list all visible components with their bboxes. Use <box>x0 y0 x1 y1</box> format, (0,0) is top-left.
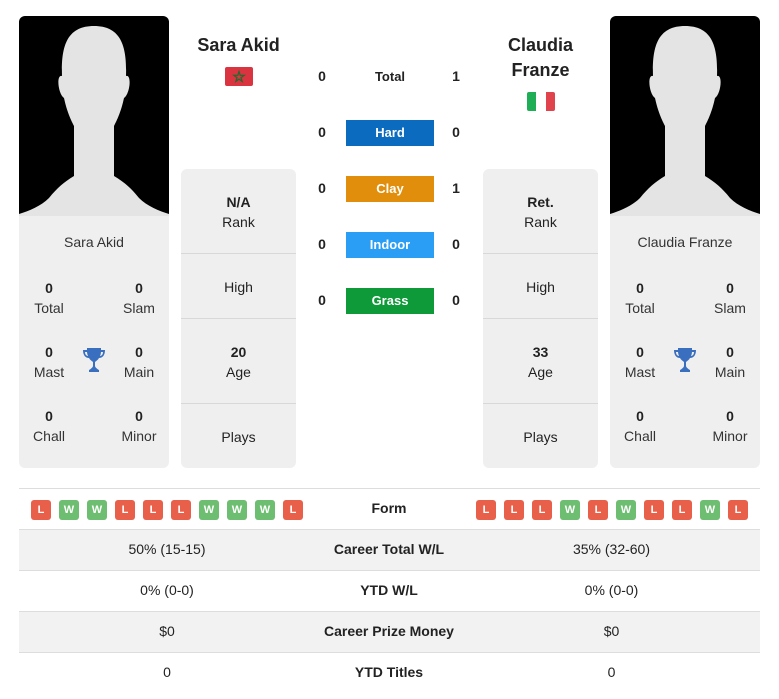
h2h-grass-row: 0 Grass 0 <box>300 288 480 314</box>
player1-photo <box>19 16 169 216</box>
career-prize-label: Career Prize Money <box>324 623 454 639</box>
player1-form: LWWLLLWWWL <box>31 500 303 520</box>
player2-card: Claudia Franze 0 Total 0 Slam 0 Mast 0 M… <box>610 216 760 468</box>
ytd-titles-row: 0 YTD Titles 0 <box>19 652 760 693</box>
form-row: LWWLLLWWWL Form LLLWLWLLWL <box>19 488 760 529</box>
form-loss-badge[interactable]: L <box>728 500 748 520</box>
grass-surface-badge: Grass <box>346 288 434 314</box>
player2-mast-titles: 0 Mast <box>624 344 656 380</box>
h2h-total-row: 0 Total 1 <box>300 64 480 90</box>
player2-info-box: Ret. Rank High 33 Age Plays <box>483 169 598 468</box>
form-loss-badge[interactable]: L <box>171 500 191 520</box>
player1-slam-titles: 0 Slam <box>123 280 155 316</box>
player1-ytd-titles: 0 <box>163 664 171 680</box>
player2-minor-titles: 0 Minor <box>712 408 748 444</box>
hard-surface-badge: Hard <box>346 120 434 146</box>
form-loss-badge[interactable]: L <box>504 500 524 520</box>
player2-photo <box>610 16 760 216</box>
divider <box>181 318 296 319</box>
h2h-hard-row: 0 Hard 0 <box>300 120 480 146</box>
form-loss-badge[interactable]: L <box>476 500 496 520</box>
player2-ytd-wl: 0% (0-0) <box>584 582 639 598</box>
ytd-titles-label: YTD Titles <box>354 664 424 680</box>
total-label: Total <box>374 69 406 84</box>
form-win-badge[interactable]: W <box>59 500 79 520</box>
form-loss-badge[interactable]: L <box>283 500 303 520</box>
player1-mast-titles: 0 Mast <box>33 344 65 380</box>
player1-rank: N/A Rank <box>222 194 255 230</box>
divider <box>483 318 598 319</box>
player2-ytd-titles: 0 <box>607 664 616 680</box>
player2-main-titles: 0 Main <box>714 344 746 380</box>
player2-form: LLLWLWLLWL <box>476 500 748 520</box>
silhouette-icon <box>610 26 760 216</box>
trophy-icon <box>83 348 105 372</box>
career-total-wl-row: 50% (15-15) Career Total W/L 35% (32-60) <box>19 529 760 570</box>
divider <box>483 253 598 254</box>
player1-career-total-wl: 50% (15-15) <box>128 541 206 557</box>
player1-chall-titles: 0 Chall <box>33 408 65 444</box>
form-win-badge[interactable]: W <box>560 500 580 520</box>
player2-plays: Plays <box>523 429 558 445</box>
player1-total-titles: 0 Total <box>34 280 64 316</box>
form-loss-badge[interactable]: L <box>143 500 163 520</box>
divider <box>181 403 296 404</box>
form-win-badge[interactable]: W <box>199 500 219 520</box>
career-total-wl-label: Career Total W/L <box>333 541 445 557</box>
ytd-wl-row: 0% (0-0) YTD W/L 0% (0-0) <box>19 570 760 611</box>
divider <box>181 253 296 254</box>
player2-career-total-wl: 35% (32-60) <box>572 541 651 557</box>
clay-surface-badge: Clay <box>346 176 434 202</box>
divider <box>483 403 598 404</box>
career-prize-row: $0 Career Prize Money $0 <box>19 611 760 652</box>
form-win-badge[interactable]: W <box>87 500 107 520</box>
player2-high: High <box>526 279 555 295</box>
player1-name[interactable]: Sara Akid <box>181 33 296 58</box>
form-label: Form <box>371 500 407 516</box>
player1-card: Sara Akid 0 Total 0 Slam 0 Mast 0 Main 0… <box>19 216 169 468</box>
player1-age: 20 Age <box>226 344 251 380</box>
indoor-surface-badge: Indoor <box>346 232 434 258</box>
form-loss-badge[interactable]: L <box>532 500 552 520</box>
player2-total-titles: 0 Total <box>625 280 655 316</box>
player1-main-titles: 0 Main <box>123 344 155 380</box>
player1-card-name: Sara Akid <box>64 234 124 250</box>
player1-high: High <box>224 279 253 295</box>
form-win-badge[interactable]: W <box>255 500 275 520</box>
player2-card-name: Claudia Franze <box>637 234 733 250</box>
form-loss-badge[interactable]: L <box>644 500 664 520</box>
player1-info-box: N/A Rank High 20 Age Plays <box>181 169 296 468</box>
form-win-badge[interactable]: W <box>616 500 636 520</box>
comparison-table: LWWLLLWWWL Form LLLWLWLLWL 50% (15-15) C… <box>19 488 760 693</box>
h2h-indoor-row: 0 Indoor 0 <box>300 232 480 258</box>
h2h-clay-row: 0 Clay 1 <box>300 176 480 202</box>
player1-minor-titles: 0 Minor <box>121 408 157 444</box>
player1-ytd-wl: 0% (0-0) <box>140 582 194 598</box>
player2-slam-titles: 0 Slam <box>714 280 746 316</box>
form-loss-badge[interactable]: L <box>672 500 692 520</box>
player1-career-prize: $0 <box>159 623 175 639</box>
player2-chall-titles: 0 Chall <box>624 408 656 444</box>
form-win-badge[interactable]: W <box>700 500 720 520</box>
form-loss-badge[interactable]: L <box>115 500 135 520</box>
trophy-icon <box>674 348 696 372</box>
form-loss-badge[interactable]: L <box>31 500 51 520</box>
player2-name[interactable]: Claudia Franze <box>483 33 598 83</box>
form-win-badge[interactable]: W <box>227 500 247 520</box>
ytd-wl-label: YTD W/L <box>360 582 418 598</box>
morocco-flag-icon <box>225 67 253 86</box>
player2-rank: Ret. Rank <box>524 194 557 230</box>
player2-career-prize: $0 <box>603 623 620 639</box>
silhouette-icon <box>19 26 169 216</box>
italy-flag-icon <box>527 92 555 111</box>
player2-age: 33 Age <box>528 344 553 380</box>
player1-plays: Plays <box>221 429 256 445</box>
form-loss-badge[interactable]: L <box>588 500 608 520</box>
